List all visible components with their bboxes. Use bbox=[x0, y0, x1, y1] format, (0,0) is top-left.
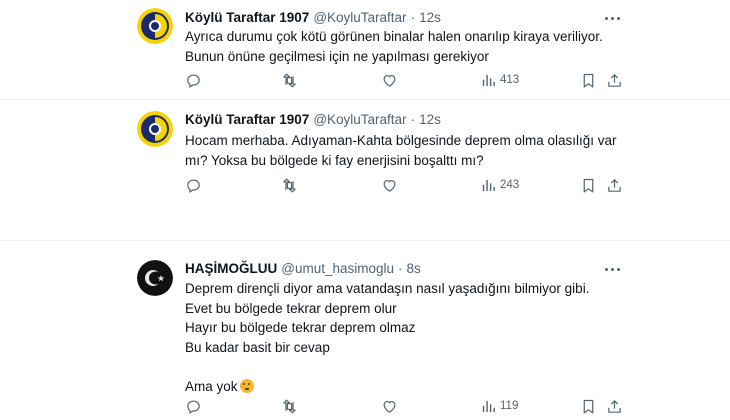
timestamp[interactable]: 12s bbox=[419, 112, 441, 127]
tweet-header: HAŞİMOĞLUU @umut_hasimoglu · 8s bbox=[185, 260, 421, 278]
views-button[interactable]: 413 bbox=[480, 70, 519, 90]
tweet-line: mı? Yoksa bu bölgede ki fay enerjisini b… bbox=[185, 152, 484, 168]
user-handle[interactable]: @KoyluTaraftar bbox=[313, 10, 406, 25]
like-button[interactable] bbox=[381, 70, 398, 90]
reply-icon bbox=[187, 74, 200, 88]
reply-icon bbox=[187, 400, 200, 414]
tweet-2[interactable]: Köylü Taraftar 1907 @KoyluTaraftar · 12s Ho… bbox=[0, 100, 730, 240]
tweet-text: Hocam merhaba. Adıyaman-Kahta bölgesinde… bbox=[185, 131, 617, 170]
tweet-line: Bu kadar basit bir cevap bbox=[185, 339, 330, 355]
like-button[interactable] bbox=[381, 175, 398, 195]
avatar[interactable] bbox=[137, 111, 173, 147]
tweet-line: Bunun önüne geçilmesi için ne yapılması … bbox=[185, 48, 489, 64]
tweet-header: Köylü Taraftar 1907 @KoyluTaraftar · 12s bbox=[185, 111, 441, 129]
separator: · bbox=[410, 112, 416, 127]
bookmark-icon bbox=[583, 73, 594, 87]
tweet-line: Hayır bu bölgede tekrar deprem olmaz bbox=[185, 320, 416, 335]
reply-button[interactable] bbox=[185, 175, 202, 195]
action-bar: 119 bbox=[0, 396, 730, 416]
retweet-icon bbox=[283, 178, 296, 192]
share-icon bbox=[608, 399, 621, 413]
bookmark-icon bbox=[583, 399, 594, 413]
bookmark-button[interactable] bbox=[580, 70, 597, 90]
views-count: 413 bbox=[500, 74, 520, 86]
share-icon bbox=[608, 73, 621, 87]
views-count: 243 bbox=[500, 179, 520, 191]
bookmark-icon bbox=[583, 178, 594, 192]
tweet-line: Deprem dirençli diyor ama vatandaşın nas… bbox=[185, 281, 590, 296]
bookmark-button[interactable] bbox=[580, 175, 597, 195]
bookmark-button[interactable] bbox=[580, 396, 597, 416]
views-count: 119 bbox=[500, 400, 519, 412]
like-icon bbox=[383, 400, 396, 413]
action-bar: 413 bbox=[0, 70, 730, 90]
share-icon bbox=[608, 178, 621, 192]
tweet-line: Evet bu bölgede tekrar deprem olur bbox=[185, 300, 397, 316]
views-button[interactable]: 243 bbox=[480, 175, 519, 195]
action-bar: 243 bbox=[0, 175, 730, 195]
tweet-text: Ayrıca durumu çok kötü görünen binalar h… bbox=[185, 27, 605, 66]
like-icon bbox=[383, 179, 396, 192]
tweet-line: Ayrıca durumu çok kötü görünen binalar h… bbox=[185, 29, 603, 44]
fenerbahce-crest-icon bbox=[137, 8, 173, 44]
views-icon bbox=[482, 179, 495, 191]
separator: · bbox=[410, 10, 416, 25]
share-button[interactable] bbox=[606, 396, 623, 416]
timestamp[interactable]: 12s bbox=[419, 10, 441, 25]
crescent-star-icon bbox=[137, 260, 173, 296]
tweet-line: Ama yok bbox=[185, 377, 605, 397]
display-name[interactable]: Köylü Taraftar 1907 bbox=[185, 112, 309, 127]
share-button[interactable] bbox=[606, 70, 623, 90]
more-icon[interactable] bbox=[602, 11, 622, 25]
tweet-header: Köylü Taraftar 1907 @KoyluTaraftar · 12s bbox=[185, 9, 441, 27]
like-icon bbox=[383, 74, 396, 87]
timestamp[interactable]: 8s bbox=[407, 261, 421, 276]
display-name[interactable]: HAŞİMOĞLUU bbox=[185, 261, 277, 276]
reply-icon bbox=[187, 179, 200, 193]
tweet-text: Deprem dirençli diyor ama vatandaşın nas… bbox=[185, 279, 605, 396]
user-handle[interactable]: @KoyluTaraftar bbox=[313, 112, 406, 127]
views-icon bbox=[482, 400, 495, 412]
tweet-line: Hocam merhaba. Adıyaman-Kahta bölgesinde… bbox=[185, 133, 617, 148]
user-handle[interactable]: @umut_hasimoglu bbox=[281, 261, 394, 276]
fenerbahce-crest-icon bbox=[137, 111, 173, 147]
tweet-1[interactable]: Köylü Taraftar 1907 @KoyluTaraftar · 12s Ay… bbox=[0, 0, 730, 100]
reply-button[interactable] bbox=[185, 70, 202, 90]
retweet-button[interactable] bbox=[281, 175, 298, 195]
display-name[interactable]: Köylü Taraftar 1907 bbox=[185, 10, 309, 25]
views-button[interactable]: 119 bbox=[480, 396, 518, 416]
share-button[interactable] bbox=[606, 175, 623, 195]
tweet-3[interactable]: HAŞİMOĞLUU @umut_hasimoglu · 8s Deprem dire… bbox=[0, 240, 730, 420]
thinking-face-icon bbox=[239, 378, 254, 393]
separator: · bbox=[398, 261, 403, 276]
avatar[interactable] bbox=[137, 260, 173, 296]
tweet-line-text: Ama yok bbox=[185, 378, 238, 394]
more-icon[interactable] bbox=[602, 262, 622, 276]
avatar[interactable] bbox=[137, 8, 173, 44]
retweet-icon bbox=[283, 399, 296, 413]
views-icon bbox=[482, 74, 495, 86]
like-button[interactable] bbox=[381, 396, 398, 416]
retweet-button[interactable] bbox=[281, 70, 298, 90]
retweet-button[interactable] bbox=[281, 396, 298, 416]
reply-button[interactable] bbox=[185, 396, 202, 416]
retweet-icon bbox=[283, 73, 296, 87]
